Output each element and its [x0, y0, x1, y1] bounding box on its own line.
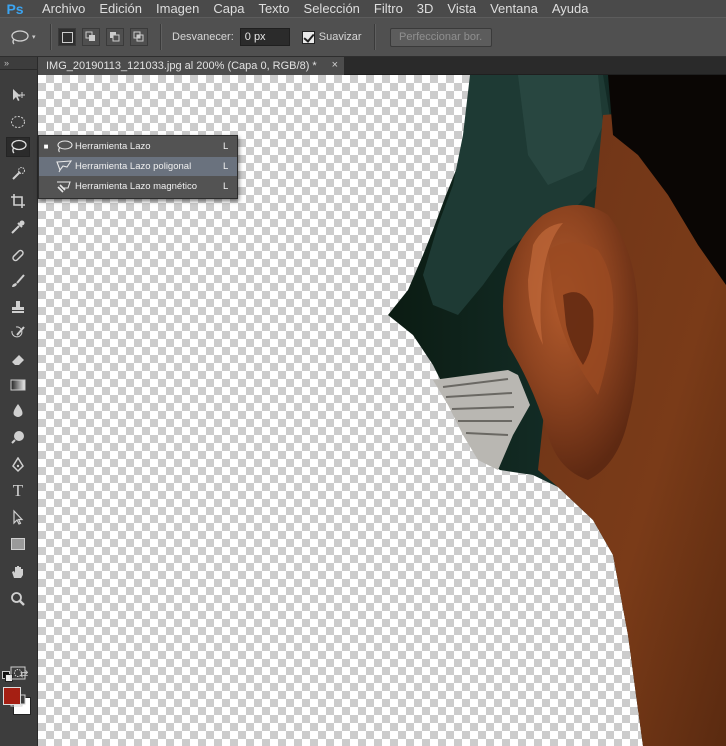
menu-texto[interactable]: Texto	[258, 1, 289, 16]
history-brush-icon	[11, 326, 25, 338]
selected-bullet-icon: ■	[43, 142, 49, 151]
document-tab[interactable]: IMG_20190113_121033.jpg al 200% (Capa 0,…	[38, 57, 344, 75]
menu-bar: Ps Archivo Edición Imagen Capa Texto Sel…	[0, 0, 726, 17]
hand-icon	[12, 566, 23, 578]
menu-edicion[interactable]: Edición	[99, 1, 142, 16]
feather-label: Desvanecer:	[172, 31, 234, 43]
magnetic-lasso-icon	[53, 180, 75, 194]
rectangle-icon	[11, 538, 25, 550]
dodge-icon	[11, 431, 24, 444]
menu-archivo[interactable]: Archivo	[42, 1, 85, 16]
document-tab-title: IMG_20190113_121033.jpg al 200% (Capa 0,…	[46, 60, 317, 72]
bandage-icon	[12, 249, 24, 262]
polygonal-lasso-icon	[53, 160, 75, 173]
brush-icon	[12, 274, 25, 287]
quick-selection-tool[interactable]	[6, 164, 30, 184]
options-bar: ▾ Desvanecer: Suavizar Perfeccionar bor.	[0, 17, 726, 57]
flyout-item-label: Herramienta Lazo magnético	[75, 181, 197, 192]
eraser-icon	[12, 355, 24, 365]
drop-icon	[13, 404, 23, 417]
menu-vista[interactable]: Vista	[447, 1, 476, 16]
new-selection-button[interactable]	[58, 28, 76, 46]
rectangle-tool[interactable]	[6, 534, 30, 554]
menu-imagen[interactable]: Imagen	[156, 1, 199, 16]
flyout-item-shortcut: L	[223, 141, 229, 152]
pen-tool[interactable]	[6, 455, 30, 475]
foreground-color-swatch[interactable]	[3, 687, 21, 705]
quick-mask-button[interactable]	[6, 663, 30, 683]
photoshop-logo: Ps	[6, 0, 24, 17]
divider	[160, 24, 162, 50]
new-selection-icon	[61, 31, 73, 43]
menu-filtro[interactable]: Filtro	[374, 1, 403, 16]
flyout-item-shortcut: L	[223, 161, 229, 172]
crop-icon	[11, 194, 25, 208]
close-icon[interactable]: ×	[332, 59, 338, 71]
magnifier-icon	[11, 592, 25, 606]
document-tab-bar: IMG_20190113_121033.jpg al 200% (Capa 0,…	[38, 57, 726, 75]
menu-ayuda[interactable]: Ayuda	[552, 1, 589, 16]
feather-input[interactable]	[239, 28, 290, 46]
type-icon: T	[12, 481, 24, 500]
spot-healing-tool[interactable]	[6, 245, 30, 265]
flyout-item-label: Herramienta Lazo poligonal	[75, 161, 192, 172]
tool-preset-picker[interactable]: ▾	[10, 29, 44, 45]
crop-tool[interactable]	[6, 191, 30, 211]
zoom-tool[interactable]	[6, 589, 30, 609]
gradient-icon	[10, 379, 26, 391]
menu-ventana[interactable]: Ventana	[490, 1, 538, 16]
refine-edge-button[interactable]: Perfeccionar bor.	[389, 27, 492, 47]
hand-tool[interactable]	[6, 562, 30, 582]
clone-stamp-tool[interactable]	[6, 297, 30, 317]
lasso-tools-flyout: ■ Herramienta Lazo L Herramienta Lazo po…	[38, 135, 238, 199]
quick-mask-icon	[10, 666, 26, 680]
flyout-item-label: Herramienta Lazo	[75, 141, 151, 152]
subtract-selection-icon	[110, 32, 120, 42]
path-selection-icon	[13, 509, 24, 525]
blur-tool[interactable]	[6, 401, 30, 421]
type-tool[interactable]: T	[6, 481, 30, 501]
subtract-from-selection-button[interactable]	[106, 28, 124, 46]
stamp-icon	[12, 301, 24, 313]
dodge-tool[interactable]	[6, 427, 30, 447]
eyedropper-icon	[11, 220, 25, 234]
lasso-icon	[11, 139, 27, 154]
move-tool[interactable]	[6, 85, 30, 105]
history-brush-tool[interactable]	[6, 323, 30, 343]
add-selection-icon	[85, 31, 95, 41]
antialias-checkbox[interactable]	[301, 30, 315, 44]
eyedropper-tool[interactable]	[6, 217, 30, 237]
flyout-item-polygonal-lasso[interactable]: Herramienta Lazo poligonal L	[39, 157, 237, 176]
elliptical-marquee-icon	[11, 116, 25, 128]
divider	[50, 24, 52, 50]
add-to-selection-button[interactable]	[82, 28, 100, 46]
intersect-selection-button[interactable]	[130, 28, 148, 46]
move-icon	[13, 89, 25, 101]
flyout-item-lasso[interactable]: ■ Herramienta Lazo L	[39, 137, 237, 156]
lasso-icon	[11, 30, 29, 45]
flyout-item-shortcut: L	[223, 181, 229, 192]
chevron-down-icon: ▾	[32, 34, 36, 41]
quick-selection-icon	[12, 167, 25, 180]
flyout-item-magnetic-lasso[interactable]: Herramienta Lazo magnético L	[39, 177, 237, 196]
toolbar-collapse-grip[interactable]: »	[0, 57, 37, 70]
menu-seleccion[interactable]: Selección	[304, 1, 360, 16]
divider	[373, 24, 376, 50]
pen-icon	[12, 457, 24, 473]
tools-panel: » T ⇄	[0, 57, 38, 746]
lasso-icon	[53, 140, 75, 153]
antialias-label: Suavizar	[318, 31, 362, 43]
gradient-tool[interactable]	[6, 375, 30, 395]
brush-tool[interactable]	[6, 271, 30, 291]
menu-3d[interactable]: 3D	[417, 1, 434, 16]
menu-capa[interactable]: Capa	[213, 1, 244, 16]
path-selection-tool[interactable]	[6, 507, 30, 527]
eraser-tool[interactable]	[6, 349, 30, 369]
lasso-tool[interactable]	[6, 137, 30, 157]
marquee-tool[interactable]	[6, 112, 30, 132]
intersect-selection-icon	[133, 31, 144, 42]
